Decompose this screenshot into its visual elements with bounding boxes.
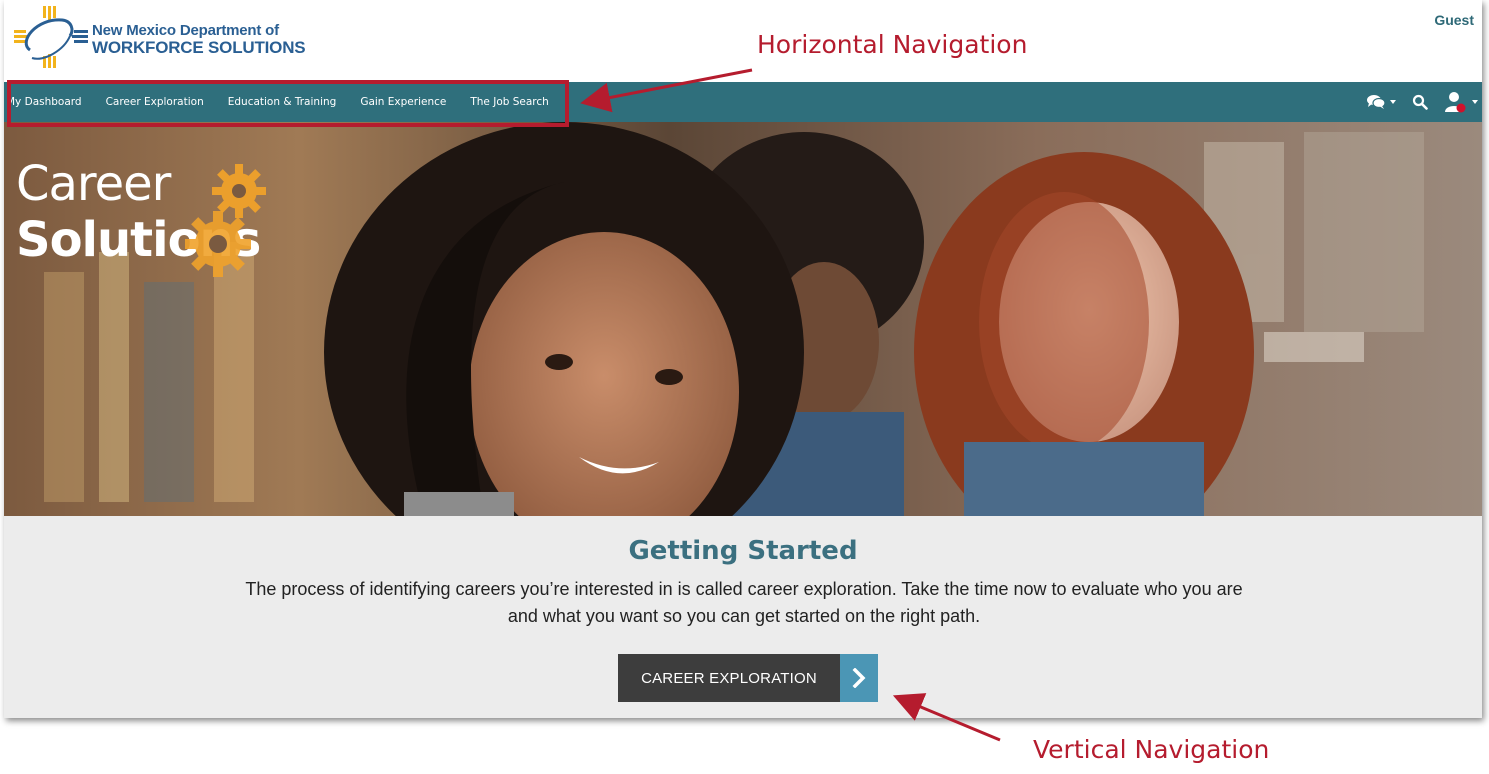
search-button[interactable]: [1412, 94, 1428, 110]
logo-title-line2: WORKFORCE SOLUTIONS: [92, 38, 306, 57]
chevron-down-icon: [1472, 100, 1478, 104]
logo-title-line1: New Mexico Department of: [92, 22, 279, 39]
chat-icon: [1367, 95, 1386, 109]
career-exploration-button[interactable]: CAREER EXPLORATION: [618, 654, 878, 702]
screenshot-root: New Mexico Department of WORKFORCE SOLUT…: [0, 0, 1489, 774]
horizontal-navigation-highlight-box: [7, 80, 569, 127]
search-icon: [1412, 94, 1428, 110]
chat-menu-button[interactable]: [1366, 94, 1396, 110]
site-logo[interactable]: New Mexico Department of WORKFORCE SOLUT…: [14, 6, 314, 70]
chevron-down-icon: [1390, 100, 1396, 104]
horizontal-navigation-annotation: Horizontal Navigation: [757, 30, 1028, 59]
site-header: New Mexico Department of WORKFORCE SOLUT…: [4, 0, 1482, 82]
zia-sun-logo-icon: [14, 6, 88, 68]
getting-started-description: The process of identifying careers you’r…: [245, 579, 1243, 626]
nav-tools: [1366, 82, 1478, 122]
getting-started-title: Getting Started: [628, 536, 858, 566]
hero-banner: Career Solutions: [4, 122, 1482, 516]
brand-title-career: Career: [16, 156, 171, 212]
chevron-right-icon: [840, 654, 878, 702]
user-menu-button[interactable]: [1444, 91, 1478, 113]
career-exploration-button-label: CAREER EXPLORATION: [618, 654, 840, 702]
user-icon: [1445, 92, 1466, 113]
gear-icon: [185, 211, 251, 277]
vertical-navigation-annotation: Vertical Navigation: [1033, 735, 1270, 764]
getting-started-section: Getting Started The process of identifyi…: [4, 516, 1482, 718]
user-name-label[interactable]: Guest: [1434, 12, 1474, 28]
